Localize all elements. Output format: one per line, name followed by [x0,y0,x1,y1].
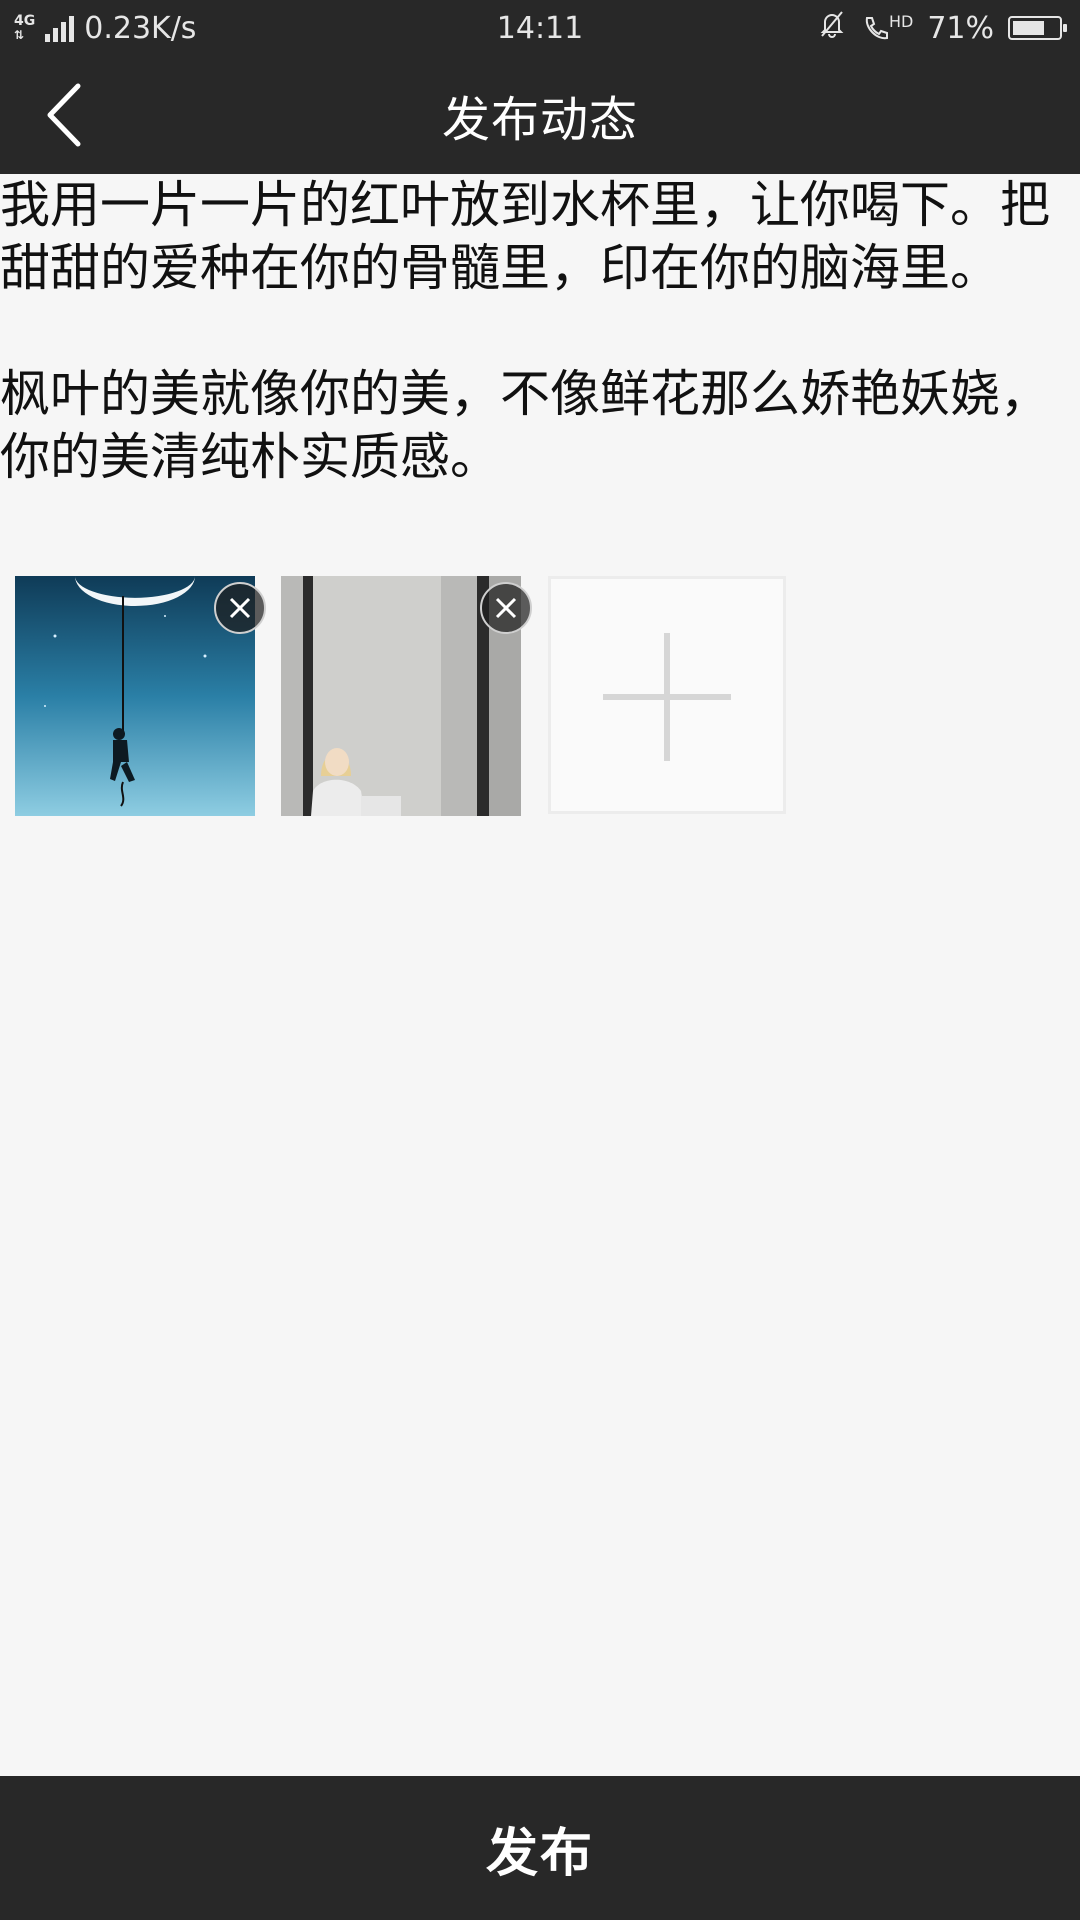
attachment-grid [0,576,1080,818]
hd-badge: HD [888,12,914,31]
battery-icon [1008,16,1067,40]
remove-image-2-button[interactable] [480,582,532,634]
battery-fill [1013,21,1045,35]
publish-button[interactable]: 发布 [0,1776,1080,1920]
add-image-button[interactable] [548,576,786,814]
publish-label: 发布 [485,1823,594,1884]
hd-call-icon: HD [861,14,913,42]
battery-percent: 71% [927,10,994,46]
post-editor: 我用一片一片的红叶放到水杯里，让你喝下。把甜甜的爱种在你的骨髓里，印在你的脑海里… [0,174,1080,489]
status-right: HD 71% [817,0,1067,56]
close-icon [495,597,517,619]
page-title: 发布动态 [441,92,638,148]
status-bar: 4G ⇅ 0.23K/s 14:11 HD 71% [0,0,1080,56]
status-time: 14:11 [496,10,584,46]
remove-image-1-button[interactable] [214,582,266,634]
post-text-input[interactable]: 我用一片一片的红叶放到水杯里，让你喝下。把甜甜的爱种在你的骨髓里，印在你的脑海里… [0,174,1080,489]
plus-icon [603,633,731,761]
title-bar: 发布动态 [0,56,1080,174]
close-icon [229,597,251,619]
mute-bell-icon [817,9,847,47]
